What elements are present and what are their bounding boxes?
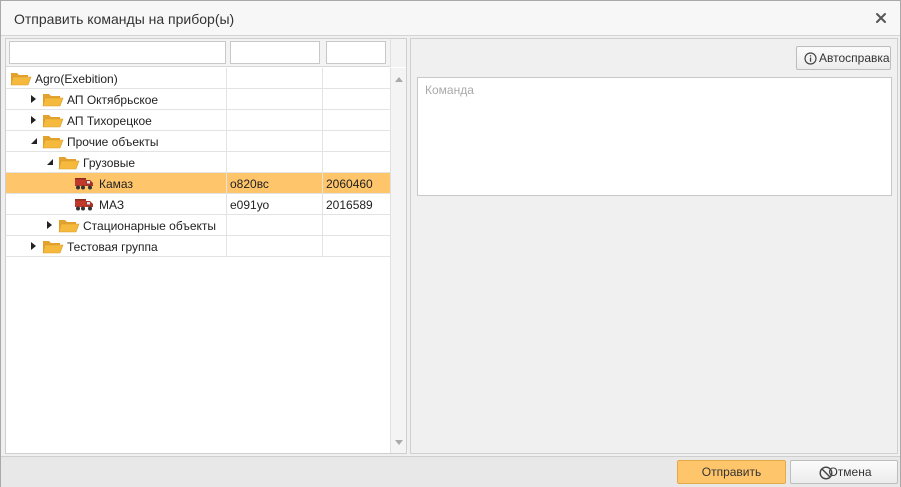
- tree-name-cell: Тестовая группа: [6, 236, 227, 256]
- tree-row[interactable]: Грузовые: [6, 152, 390, 173]
- tree-column2-cell: [227, 68, 323, 88]
- tree-row[interactable]: Прочие объекты: [6, 131, 390, 152]
- tree-column2-cell: о820вс: [227, 173, 323, 193]
- vertical-scrollbar[interactable]: [390, 68, 406, 453]
- autohelp-label: Автосправка: [819, 51, 890, 65]
- collapse-arrow-icon[interactable]: [30, 137, 38, 145]
- autohelp-button[interactable]: Автосправка: [796, 46, 891, 70]
- tree-row[interactable]: Тестовая группа: [6, 236, 390, 257]
- tree-column3-cell: [323, 68, 390, 88]
- column3-filter-input[interactable]: [326, 41, 386, 64]
- dialog-title: Отправить команды на прибор(ы): [14, 11, 235, 27]
- object-tree-panel: Agro(Exebition) АП Октябрьское АП Тихорецк…: [5, 38, 407, 454]
- tree-column3-cell: [323, 131, 390, 151]
- tree-row[interactable]: Agro(Exebition): [6, 68, 390, 89]
- tree-item-label: Прочие объекты: [67, 135, 159, 149]
- tree-name-cell: Грузовые: [6, 152, 227, 172]
- tree-column3-cell: 2016589: [326, 198, 373, 212]
- object-tree: Agro(Exebition) АП Октябрьское АП Тихорецк…: [6, 68, 390, 257]
- tree-item-label: Тестовая группа: [67, 240, 158, 254]
- tree-name-cell: Прочие объекты: [6, 131, 227, 151]
- tree-item-label: АП Тихорецкое: [67, 114, 152, 128]
- dialog-footer: Отправить Отмена: [1, 456, 900, 487]
- folder-open-icon: [58, 154, 80, 174]
- info-icon: [804, 52, 817, 65]
- tree-row[interactable]: АП Тихорецкое: [6, 110, 390, 131]
- filter-row: [6, 39, 390, 67]
- tree-row[interactable]: АП Октябрьское: [6, 89, 390, 110]
- folder-open-icon: [42, 133, 64, 153]
- tree-column2-cell: [227, 215, 323, 235]
- tree-name-cell: АП Тихорецкое: [6, 110, 227, 130]
- tree-item-label: МАЗ: [99, 198, 125, 212]
- tree-name-cell: Стационарные объекты: [6, 215, 227, 235]
- expand-arrow-icon[interactable]: [30, 95, 38, 103]
- expand-arrow-icon[interactable]: [30, 116, 38, 124]
- send-commands-dialog: Отправить команды на прибор(ы) Agro(Exeb…: [0, 0, 901, 487]
- scroll-down-icon[interactable]: [395, 440, 403, 446]
- tree-name-cell: Agro(Exebition): [6, 68, 227, 88]
- truck-icon: [74, 175, 94, 194]
- tree-item-label: Agro(Exebition): [35, 72, 118, 86]
- tree-column3-cell: [323, 215, 390, 235]
- tree-column2-cell: е091уо: [227, 194, 323, 214]
- column2-filter-input[interactable]: [230, 41, 320, 64]
- command-panel: Автосправка: [410, 38, 898, 454]
- scroll-up-icon[interactable]: [395, 76, 403, 82]
- scrollbar-header: [390, 39, 406, 67]
- tree-column3-cell: [323, 152, 390, 172]
- expand-arrow-icon[interactable]: [46, 221, 54, 229]
- tree-column3-cell: [323, 110, 390, 130]
- tree-column2-cell: [227, 89, 323, 109]
- folder-open-icon: [42, 112, 64, 132]
- tree-row[interactable]: МАЗ е091уо 2016589: [6, 194, 390, 215]
- tree-column2-cell: [227, 236, 323, 256]
- command-input[interactable]: [417, 77, 892, 196]
- cancel-button[interactable]: Отмена: [790, 460, 898, 484]
- tree-row[interactable]: Камаз о820вс 2060460: [6, 173, 390, 194]
- tree-name-cell: Камаз: [6, 173, 227, 193]
- send-button[interactable]: Отправить: [677, 460, 786, 484]
- tree-column2-cell: [227, 152, 323, 172]
- tree-column3-cell: [323, 89, 390, 109]
- tree-item-label: Грузовые: [83, 156, 136, 170]
- tree-item-label: АП Октябрьское: [67, 93, 159, 107]
- folder-open-icon: [10, 70, 32, 90]
- dialog-titlebar: Отправить команды на прибор(ы): [1, 1, 900, 36]
- name-filter-input[interactable]: [9, 41, 226, 64]
- truck-icon: [74, 196, 94, 215]
- expand-arrow-icon[interactable]: [30, 242, 38, 250]
- tree-column3-cell: 2060460: [326, 177, 373, 191]
- tree-name-cell: МАЗ: [6, 194, 227, 214]
- tree-row[interactable]: Стационарные объекты: [6, 215, 390, 236]
- collapse-arrow-icon[interactable]: [46, 158, 54, 166]
- tree-column2-cell: [227, 131, 323, 151]
- folder-open-icon: [58, 217, 80, 237]
- tree-name-cell: АП Октябрьское: [6, 89, 227, 109]
- tree-item-label: Стационарные объекты: [83, 219, 217, 233]
- cancel-label: Отмена: [828, 465, 872, 479]
- folder-open-icon: [42, 91, 64, 111]
- tree-column3-cell: [323, 236, 390, 256]
- tree-item-label: Камаз: [99, 177, 133, 191]
- folder-open-icon: [42, 238, 64, 258]
- close-icon[interactable]: [872, 9, 890, 27]
- cancel-icon: [819, 466, 833, 480]
- tree-column2-cell: [227, 110, 323, 130]
